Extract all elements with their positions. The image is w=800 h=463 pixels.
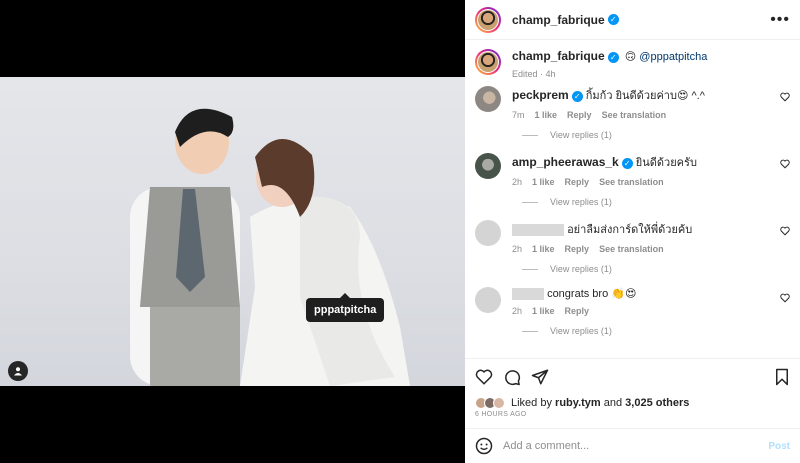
liker-avatars[interactable] [475,397,505,409]
comment-text: อย่าลืมส่งการ์ดให้พี่ด้วยค้บ [567,224,693,236]
user-tag-icon[interactable] [8,361,28,381]
post-sidebar: champ_fabrique ✓ ••• champ_fabrique ✓ 🙃 @… [465,0,800,463]
media-pane: pppatpitcha [0,0,465,463]
view-replies-button[interactable]: View replies (1) [522,264,790,274]
comment-text: congrats bro 👏😍 [547,288,637,300]
liked-by-user[interactable]: ruby.tym [555,397,601,409]
verified-icon: ✓ [571,90,583,102]
post-comment-button[interactable]: Post [768,441,790,452]
comment-likes[interactable]: 1 like [535,110,558,120]
comment-text: ยินดีด้วยครับ [635,157,697,169]
reply-button[interactable]: Reply [565,244,590,254]
comment-time[interactable]: 2h [512,177,522,187]
comment-time[interactable]: 7m [512,110,525,120]
comment-icon[interactable] [503,368,521,386]
commenter-avatar[interactable] [475,220,501,246]
comment-item: peckprem ✓ กิ้มก้ว ยินดีด้วยค่าบ😍 ^.^ 7m … [465,86,800,153]
commenter-avatar[interactable] [475,287,501,313]
heart-icon[interactable] [780,293,790,303]
likes-summary: Liked by ruby.tym and 3,025 others [475,397,790,409]
see-translation-button[interactable]: See translation [599,177,664,187]
commenter-avatar[interactable] [475,153,501,179]
liked-by-and: and [603,397,623,409]
comment-item: congrats bro 👏😍 2h 1 like Reply View rep… [465,287,800,354]
post-timestamp[interactable]: 6 HOURS AGO [475,411,790,418]
reply-button[interactable]: Reply [567,110,592,120]
save-icon[interactable] [774,368,790,386]
caption-edited: Edited · 4h [512,69,556,79]
view-replies-button[interactable]: View replies (1) [522,326,790,336]
comment-item: อย่าลืมส่งการ์ดให้พี่ด้วยค้บ 2h 1 like R… [465,220,800,287]
commenter-username[interactable]: amp_pheerawas_k [512,155,619,169]
view-replies-button[interactable]: View replies (1) [522,197,790,207]
redacted-username [512,224,564,237]
author-avatar[interactable] [475,6,501,33]
view-replies-label: View replies (1) [550,326,612,337]
liked-by-prefix: Liked by [511,397,552,409]
comment-input[interactable] [503,440,769,452]
caption: champ_fabrique ✓ 🙃 @pppatpitcha Edited · … [465,41,800,86]
view-replies-label: View replies (1) [550,264,612,274]
caption-avatar[interactable] [475,49,501,75]
heart-icon[interactable] [780,226,790,236]
post-header: champ_fabrique ✓ ••• [465,0,800,40]
emoji-icon[interactable] [475,437,493,455]
comment-time[interactable]: 2h [512,306,522,316]
more-options-icon[interactable]: ••• [770,11,790,28]
reply-button[interactable]: Reply [565,306,590,316]
liked-by-others[interactable]: 3,025 others [625,397,689,409]
verified-icon: ✓ [607,51,619,63]
like-heart-icon[interactable] [475,368,493,386]
reply-button[interactable]: Reply [565,177,590,187]
comment-likes[interactable]: 1 like [532,306,555,316]
comment-likes[interactable]: 1 like [532,244,555,254]
heart-icon[interactable] [780,92,790,102]
caption-username[interactable]: champ_fabrique [512,49,605,63]
comment-composer: Post [465,428,800,463]
commenter-avatar[interactable] [475,86,501,112]
view-replies-label: View replies (1) [550,197,612,207]
comment-list: champ_fabrique ✓ 🙃 @pppatpitcha Edited · … [465,41,800,357]
photo-tag-label[interactable]: pppatpitcha [306,293,385,322]
see-translation-button[interactable]: See translation [599,244,664,254]
see-translation-button[interactable]: See translation [602,110,667,120]
caption-emoji: 🙃 [624,51,637,63]
comment-likes[interactable]: 1 like [532,177,555,187]
post-photo[interactable] [0,77,465,386]
view-replies-label: View replies (1) [550,130,612,140]
verified-icon: ✓ [607,14,619,25]
verified-icon: ✓ [621,157,633,169]
caption-mention[interactable]: @pppatpitcha [639,51,707,63]
share-icon[interactable] [531,368,549,386]
commenter-username[interactable]: peckprem [512,88,569,102]
author-username[interactable]: champ_fabrique [512,13,605,27]
comment-time[interactable]: 2h [512,244,522,254]
heart-icon[interactable] [780,159,790,169]
couple-photo-illustration [130,108,410,386]
view-replies-button[interactable]: View replies (1) [522,130,790,140]
comment-text: กิ้มก้ว ยินดีด้วยค่าบ😍 ^.^ [585,90,705,102]
comment-item: amp_pheerawas_k ✓ ยินดีด้วยครับ 2h 1 like… [465,153,800,220]
redacted-username [512,288,544,301]
